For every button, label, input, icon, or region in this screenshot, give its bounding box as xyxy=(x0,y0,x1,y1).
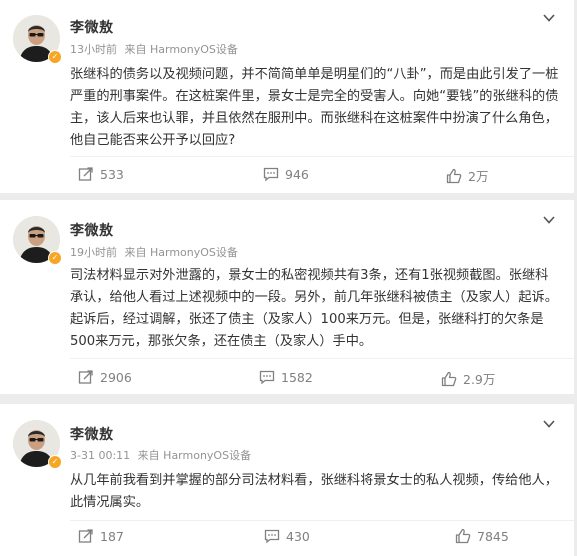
post-time[interactable]: 13小时前 xyxy=(70,43,117,56)
post-card: ✓ 李微敖 3-31 00:11 来自 HarmonyOS设备 从几年前我看到并… xyxy=(0,404,574,556)
comment-icon xyxy=(264,529,280,544)
like-button[interactable]: 2万 xyxy=(446,166,488,185)
post-source: 来自 HarmonyOS设备 xyxy=(124,246,238,259)
repost-icon xyxy=(78,529,93,543)
post-meta: 13小时前 来自 HarmonyOS设备 xyxy=(70,41,242,57)
comment-count: 1582 xyxy=(281,369,313,385)
like-icon xyxy=(446,168,462,183)
chevron-down-icon[interactable] xyxy=(542,215,556,225)
repost-icon xyxy=(78,370,93,384)
repost-button[interactable]: 187 xyxy=(78,528,124,544)
like-count: 2.9万 xyxy=(463,372,496,387)
comment-count: 946 xyxy=(285,166,309,182)
post-card: ✓ 李微敖 13小时前 来自 HarmonyOS设备 张继科的债务以及视频问题，… xyxy=(0,0,574,193)
divider xyxy=(70,358,574,359)
like-button[interactable]: 2.9万 xyxy=(441,369,495,388)
comment-count: 430 xyxy=(286,528,310,544)
post-text: 司法材料显示对外泄露的，景女士的私密视频共有3条，还有1张视频截图。张继科承认，… xyxy=(70,268,558,349)
like-icon xyxy=(441,371,457,386)
divider xyxy=(70,520,574,521)
comment-button[interactable]: 430 xyxy=(264,528,310,544)
post-source: 来自 HarmonyOS设备 xyxy=(137,449,252,462)
chevron-down-icon[interactable] xyxy=(542,13,556,23)
repost-count: 533 xyxy=(100,166,124,182)
like-button[interactable]: 7845 xyxy=(455,528,509,544)
post-text: 从几年前我看到并掌握的部分司法材料看，张继科将景女士的私人视频，传给他人，此情况… xyxy=(70,473,558,510)
author-name[interactable]: 李微敖 xyxy=(70,220,114,240)
repost-button[interactable]: 533 xyxy=(78,166,124,182)
comment-button[interactable]: 946 xyxy=(263,166,309,182)
divider xyxy=(70,156,574,157)
chevron-down-icon[interactable] xyxy=(542,419,556,429)
post-time[interactable]: 19小时前 xyxy=(70,246,117,259)
verified-badge-icon: ✓ xyxy=(48,251,62,265)
post-source: 来自 HarmonyOS设备 xyxy=(124,43,238,56)
comment-icon xyxy=(259,370,275,385)
post-meta: 3-31 00:11 来自 HarmonyOS设备 xyxy=(70,447,255,463)
repost-count: 187 xyxy=(100,528,124,544)
author-name[interactable]: 李微敖 xyxy=(70,17,114,37)
author-name[interactable]: 李微敖 xyxy=(70,424,114,444)
like-count: 7845 xyxy=(477,528,509,544)
comment-button[interactable]: 1582 xyxy=(259,369,313,385)
repost-count: 2906 xyxy=(100,369,132,385)
verified-badge-icon: ✓ xyxy=(48,50,62,64)
repost-icon xyxy=(78,167,93,181)
comment-icon xyxy=(263,167,279,182)
like-icon xyxy=(455,528,471,544)
post-card: ✓ 李微敖 19小时前 来自 HarmonyOS设备 司法材料显示对外泄露的，景… xyxy=(0,200,574,394)
post-meta: 19小时前 来自 HarmonyOS设备 xyxy=(70,244,242,260)
post-time[interactable]: 3-31 00:11 xyxy=(70,449,130,462)
like-count: 2万 xyxy=(468,169,489,184)
verified-badge-icon: ✓ xyxy=(48,455,62,469)
post-text: 张继科的债务以及视频问题，并不简简单单是明星们的“八卦”，而是由此引发了一桩严重… xyxy=(70,67,559,148)
repost-button[interactable]: 2906 xyxy=(78,369,132,385)
